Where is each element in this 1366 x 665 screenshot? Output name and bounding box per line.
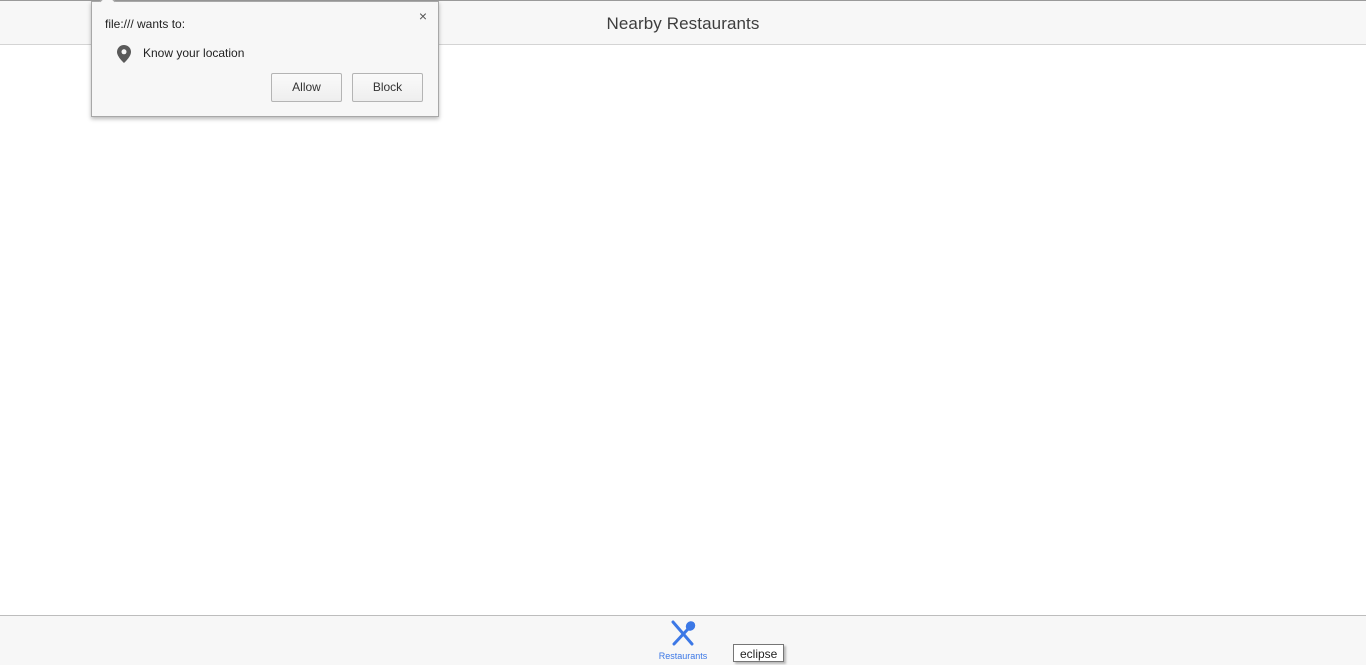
allow-button[interactable]: Allow: [271, 73, 342, 102]
permission-text: Know your location: [143, 46, 245, 60]
tab-restaurants[interactable]: Restaurants: [643, 616, 723, 664]
bottom-tab-bar: Restaurants: [0, 615, 1366, 665]
main-content: [0, 46, 1366, 615]
fork-spoon-icon: [671, 620, 696, 646]
location-permission-popup: file:/// wants to: × Know your location …: [91, 0, 439, 117]
close-icon[interactable]: ×: [415, 8, 431, 24]
block-button[interactable]: Block: [352, 73, 423, 102]
tab-restaurants-label: Restaurants: [658, 651, 708, 661]
popup-arrow: [99, 0, 116, 10]
location-pin-icon: [117, 45, 131, 63]
popup-origin-text: file:/// wants to:: [105, 17, 186, 31]
tooltip: eclipse: [733, 644, 785, 662]
app-window: Nearby Restaurants Restaurants eclipse f…: [0, 0, 1366, 665]
